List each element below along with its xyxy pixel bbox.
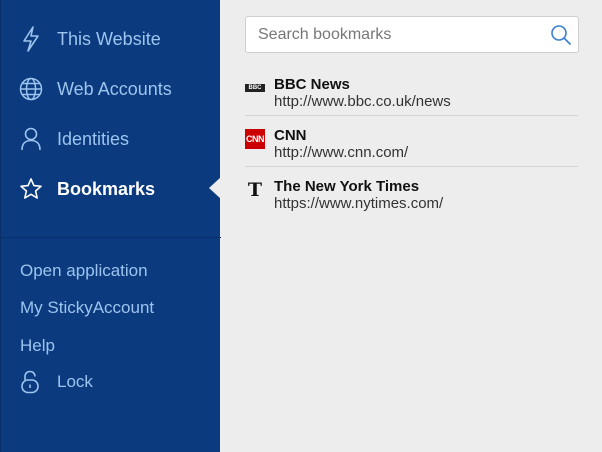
nyt-logo-icon: T <box>247 179 263 201</box>
help-link[interactable]: Help <box>20 336 55 356</box>
bookmark-url: http://www.bbc.co.uk/news <box>274 93 451 110</box>
bookmark-item-cnn[interactable]: CNN CNN http://www.cnn.com/ <box>245 121 578 171</box>
nav-item-label: Web Accounts <box>57 79 172 99</box>
open-application-link[interactable]: Open application <box>20 261 148 281</box>
active-indicator <box>209 177 221 199</box>
lock-icon <box>18 370 42 394</box>
nav-item-web-accounts[interactable]: Web Accounts <box>1 67 221 111</box>
globe-icon <box>18 76 44 102</box>
bookmark-item-nyt[interactable]: T The New York Times https://www.nytimes… <box>245 172 578 222</box>
search-icon[interactable] <box>550 24 572 46</box>
sidebar-divider <box>1 237 221 238</box>
nav-item-label: Bookmarks <box>57 179 156 199</box>
bookmark-url: http://www.cnn.com/ <box>274 144 409 161</box>
nav-item-label: Identities <box>57 129 130 149</box>
search-input[interactable] <box>258 17 538 52</box>
search-box <box>245 16 579 53</box>
lightning-icon <box>18 26 44 52</box>
lock-button[interactable]: Lock <box>18 370 93 394</box>
star-icon <box>18 176 44 202</box>
bookmark-separator <box>245 166 578 167</box>
nav-item-this-website[interactable]: This Website <box>1 17 221 61</box>
bookmark-title: The New York Times <box>274 178 420 195</box>
nav-item-bookmarks[interactable]: Bookmarks <box>1 167 221 211</box>
bookmark-url: https://www.nytimes.com/ <box>274 195 444 212</box>
lock-label: Lock <box>57 372 93 391</box>
bookmark-title: BBC News <box>274 76 350 93</box>
bookmark-separator <box>245 115 578 116</box>
cnn-logo-icon: CNN <box>245 129 265 149</box>
sidebar: This Website Web Accounts Identities Boo… <box>0 0 221 452</box>
person-icon <box>18 126 44 152</box>
bookmark-title: CNN <box>274 127 307 144</box>
nav-item-label: This Website <box>57 29 161 49</box>
nav-item-identities[interactable]: Identities <box>1 117 221 161</box>
bookmark-item-bbc[interactable]: BBC BBC News http://www.bbc.co.uk/news <box>245 70 578 120</box>
bbc-logo-icon: BBC <box>245 78 265 98</box>
my-stickyaccount-link[interactable]: My StickyAccount <box>20 298 154 318</box>
